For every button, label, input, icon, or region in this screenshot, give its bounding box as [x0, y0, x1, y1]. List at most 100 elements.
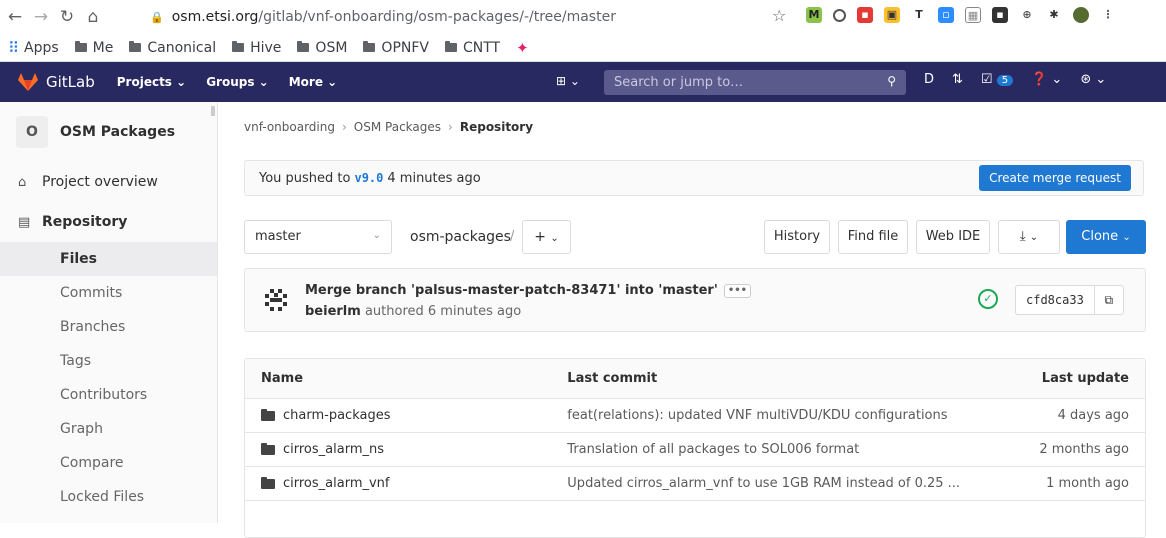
- bookmark-folder-me[interactable]: Me: [74, 40, 113, 56]
- breadcrumb-current[interactable]: Repository: [460, 120, 533, 134]
- sidebar-item-repository[interactable]: ▤ Repository: [0, 202, 217, 242]
- folder-icon: [363, 41, 376, 52]
- bookmark-folder-canonical[interactable]: Canonical: [129, 40, 216, 56]
- pipeline-passed-icon[interactable]: ✓: [978, 289, 998, 309]
- back-icon[interactable]: ←: [4, 7, 26, 27]
- gitlab-logo-icon: [18, 73, 38, 91]
- extension-t-icon[interactable]: T: [911, 7, 927, 23]
- extension-calendar-icon[interactable]: ▪: [857, 7, 873, 23]
- breadcrumb-project[interactable]: OSM Packages: [354, 120, 441, 134]
- commit-author-link[interactable]: beierlm: [305, 304, 361, 319]
- project-avatar: O: [16, 116, 48, 148]
- table-row[interactable]: charm-packages feat(relations): updated …: [245, 399, 1145, 433]
- folder-icon: [261, 476, 275, 489]
- commit-sha[interactable]: cfd8ca33: [1016, 286, 1095, 314]
- sidebar-sub-locked-files[interactable]: Locked Files: [0, 480, 217, 514]
- folder-icon: [129, 41, 142, 52]
- project-header[interactable]: O OSM Packages: [0, 102, 217, 162]
- help-icon[interactable]: ❓ ⌄: [1031, 72, 1062, 87]
- extension-grid-icon[interactable]: ▦: [965, 7, 981, 23]
- download-icon: ⤓: [1019, 229, 1026, 244]
- forward-icon[interactable]: →: [30, 7, 52, 27]
- gitlab-brand: GitLab: [46, 73, 95, 91]
- sidebar-sub-contributors[interactable]: Contributors: [0, 378, 217, 412]
- add-to-tree-dropdown[interactable]: + ⌄: [522, 220, 571, 254]
- sidebar-scrollbar[interactable]: [211, 106, 215, 116]
- groups-menu[interactable]: Groups ⌄: [206, 75, 269, 89]
- branch-selector[interactable]: master ⌄: [244, 220, 392, 254]
- web-ide-button[interactable]: Web IDE: [916, 220, 990, 254]
- folder-icon: [261, 408, 275, 421]
- address-bar[interactable]: 🔒 osm.etsi.org /gitlab/vnf-onboarding/os…: [150, 5, 800, 29]
- column-last-update: Last update: [1041, 371, 1129, 386]
- table-row[interactable]: cirros_alarm_ns Translation of all packa…: [245, 433, 1145, 467]
- bookmark-folder-hive[interactable]: Hive: [232, 40, 281, 56]
- table-row[interactable]: cirros_alarm_vnf Updated cirros_alarm_vn…: [245, 467, 1145, 501]
- extension-m-icon[interactable]: M: [806, 7, 822, 23]
- commit-message-link[interactable]: Updated cirros_alarm_vnf to use 1GB RAM …: [567, 476, 1006, 491]
- sidebar-item-project-overview[interactable]: ⌂ Project overview: [0, 162, 217, 202]
- extensions-puzzle-icon[interactable]: ✱: [1046, 7, 1062, 23]
- author-avatar[interactable]: [259, 283, 293, 317]
- bookmark-folder-osm[interactable]: OSM: [297, 40, 347, 56]
- search-input[interactable]: Search or jump to… ⚲: [604, 70, 906, 95]
- copy-icon[interactable]: ⧉: [1095, 286, 1123, 314]
- clone-dropdown[interactable]: Clone ⌄: [1066, 220, 1146, 254]
- commit-title[interactable]: Merge branch 'palsus-master-patch-83471'…: [305, 283, 751, 298]
- create-merge-request-button[interactable]: Create merge request: [979, 165, 1131, 191]
- extension-dark-icon[interactable]: ▪: [992, 7, 1008, 23]
- bookmark-folder-cntt[interactable]: CNTT: [445, 40, 500, 56]
- expand-commit-button[interactable]: •••: [723, 283, 751, 298]
- commit-message-link[interactable]: feat(relations): updated VNF multiVDU/KD…: [567, 408, 1006, 423]
- sidebar-sub-graph[interactable]: Graph: [0, 412, 217, 446]
- bookmark-star-icon[interactable]: ☆: [772, 6, 786, 25]
- sidebar-sub-compare[interactable]: Compare: [0, 446, 217, 480]
- extension-zoom-icon[interactable]: ▫: [938, 7, 954, 23]
- sidebar-sub-tags[interactable]: Tags: [0, 344, 217, 378]
- sidebar-sub-commits[interactable]: Commits: [0, 276, 217, 310]
- folder-icon: [74, 41, 87, 52]
- file-name-link[interactable]: cirros_alarm_ns: [283, 442, 384, 457]
- search-icon: ⚲: [887, 74, 896, 88]
- column-name: Name: [261, 371, 304, 386]
- repo-path-link[interactable]: osm-packages: [410, 229, 511, 245]
- browser-menu-icon[interactable]: ⋮: [1100, 7, 1116, 23]
- file-name-link[interactable]: cirros_alarm_vnf: [283, 476, 390, 491]
- gitlab-home-link[interactable]: GitLab: [18, 73, 117, 91]
- issues-icon[interactable]: D: [924, 72, 934, 87]
- pushed-branch-link[interactable]: v9.0: [354, 171, 383, 185]
- project-name: OSM Packages: [60, 124, 176, 140]
- home-icon[interactable]: ⌂: [82, 7, 104, 27]
- new-dropdown[interactable]: ⊞ ⌄: [556, 74, 580, 88]
- user-avatar-menu[interactable]: ⊛ ⌄: [1080, 72, 1106, 87]
- apps-grid-icon: ⠿: [8, 38, 19, 57]
- gitlab-navbar: GitLab Projects ⌄ Groups ⌄ More ⌄ ⊞ ⌄ Se…: [0, 62, 1166, 102]
- sidebar-sub-branches[interactable]: Branches: [0, 310, 217, 344]
- sidebar-sub-files[interactable]: Files: [0, 242, 217, 276]
- chevron-right-icon: ›: [448, 120, 453, 134]
- bookmark-apps[interactable]: ⠿ Apps: [8, 39, 59, 57]
- bookmarks-bar: ⠿ Apps Me Canonical Hive OSM OPNFV CNTT …: [0, 34, 1166, 62]
- breadcrumb-group[interactable]: vnf-onboarding: [244, 120, 335, 134]
- breadcrumb: vnf-onboarding › OSM Packages › Reposito…: [244, 120, 533, 134]
- merge-requests-icon[interactable]: ⇅: [952, 72, 963, 87]
- bookmark-pinwheel-icon[interactable]: ✦: [516, 39, 529, 57]
- extension-box-icon[interactable]: ▣: [884, 7, 900, 23]
- file-name-link[interactable]: charm-packages: [283, 408, 390, 423]
- reload-icon[interactable]: ↻: [56, 7, 78, 27]
- mr-count-badge: 5: [996, 75, 1014, 86]
- extension-download-icon[interactable]: ⊕: [1019, 7, 1035, 23]
- more-menu[interactable]: More ⌄: [289, 75, 337, 89]
- profile-avatar[interactable]: [1073, 7, 1089, 23]
- folder-icon: [445, 41, 457, 52]
- bookmark-folder-opnfv[interactable]: OPNFV: [363, 40, 429, 56]
- push-alert: You pushed to v9.0 4 minutes ago Create …: [244, 160, 1144, 196]
- todos-icon[interactable]: ☑ 5: [981, 72, 1014, 87]
- history-button[interactable]: History: [764, 220, 830, 254]
- commit-message-link[interactable]: Translation of all packages to SOL006 fo…: [567, 442, 1006, 457]
- find-file-button[interactable]: Find file: [838, 220, 908, 254]
- extension-circle-icon[interactable]: [833, 8, 846, 22]
- download-dropdown[interactable]: ⤓ ⌄: [998, 220, 1060, 254]
- url-path: /gitlab/vnf-onboarding/osm-packages/-/tr…: [258, 9, 616, 25]
- projects-menu[interactable]: Projects ⌄: [117, 75, 186, 89]
